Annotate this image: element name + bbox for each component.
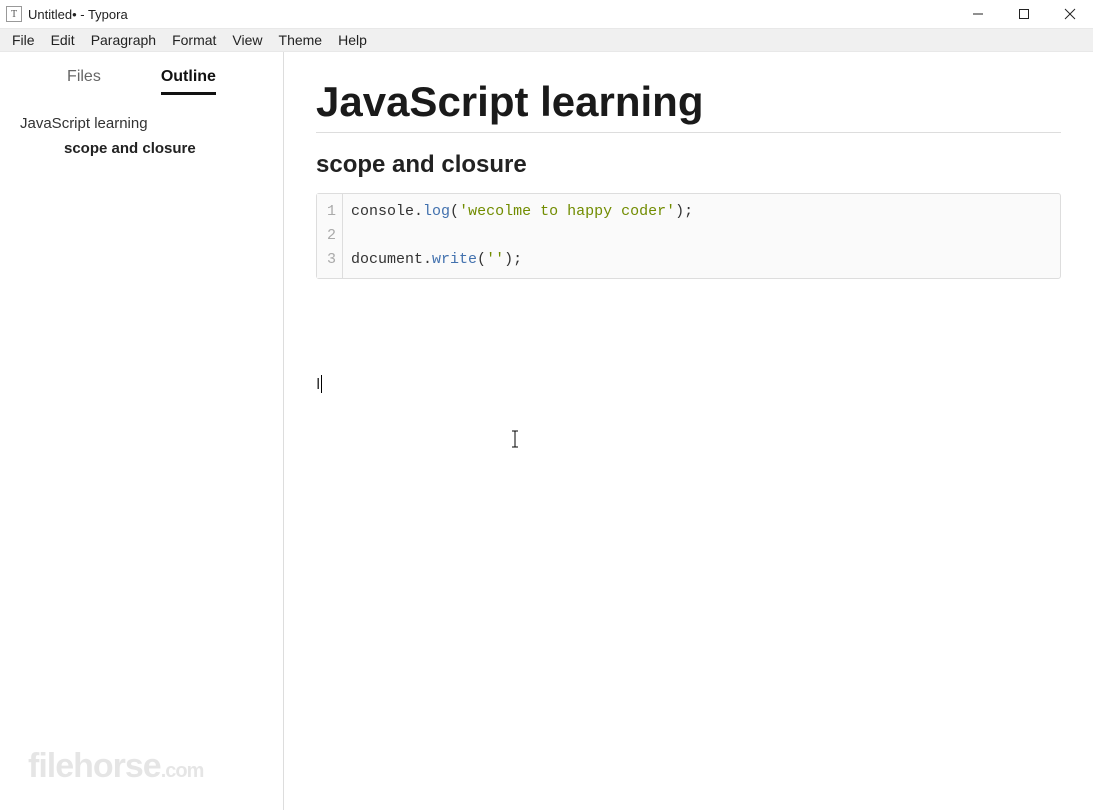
editor[interactable]: JavaScript learning scope and closure 1c… [284,52,1093,810]
code-fence[interactable]: 1console.log('wecolme to happy coder');2… [316,193,1061,279]
menu-file[interactable]: File [4,30,43,50]
sidebar-tabs: Files Outline [0,52,283,105]
tab-outline[interactable]: Outline [161,68,216,95]
code-line[interactable]: 2 [317,224,1060,248]
code-line[interactable]: 3document.write(''); [317,248,1060,278]
code-content[interactable]: document.write(''); [343,248,530,278]
heading-1[interactable]: JavaScript learning [316,78,1061,133]
watermark-main: filehorse [28,747,161,785]
heading-2[interactable]: scope and closure [316,151,1061,179]
sidebar: Files Outline JavaScript learning scope … [0,52,284,810]
code-content[interactable] [343,224,368,248]
text-caret [321,375,322,393]
outline-list: JavaScript learning scope and closure [0,105,283,167]
outline-item-h2[interactable]: scope and closure [12,136,271,161]
menubar: File Edit Paragraph Format View Theme He… [0,28,1093,52]
titlebar: T Untitled• - Typora [0,0,1093,28]
paragraph-text: I [316,376,320,393]
line-number: 1 [317,194,343,224]
code-content[interactable]: console.log('wecolme to happy coder'); [343,194,701,224]
menu-help[interactable]: Help [330,30,375,50]
menu-edit[interactable]: Edit [43,30,83,50]
menu-view[interactable]: View [224,30,270,50]
line-number: 3 [317,248,343,278]
menu-format[interactable]: Format [164,30,224,50]
active-paragraph[interactable]: I [316,375,1061,394]
code-line[interactable]: 1console.log('wecolme to happy coder'); [317,194,1060,224]
line-number: 2 [317,224,343,248]
window-title: Untitled• - Typora [28,7,128,22]
maximize-button[interactable] [1001,0,1047,28]
close-button[interactable] [1047,0,1093,28]
app-icon: T [6,6,22,22]
tab-files[interactable]: Files [67,68,101,95]
menu-paragraph[interactable]: Paragraph [83,30,164,50]
content-area: Files Outline JavaScript learning scope … [0,52,1093,810]
watermark-suffix: .com [161,760,204,782]
watermark: filehorse.com [28,747,203,786]
menu-theme[interactable]: Theme [271,30,331,50]
minimize-button[interactable] [955,0,1001,28]
outline-item-h1[interactable]: JavaScript learning [12,111,271,136]
